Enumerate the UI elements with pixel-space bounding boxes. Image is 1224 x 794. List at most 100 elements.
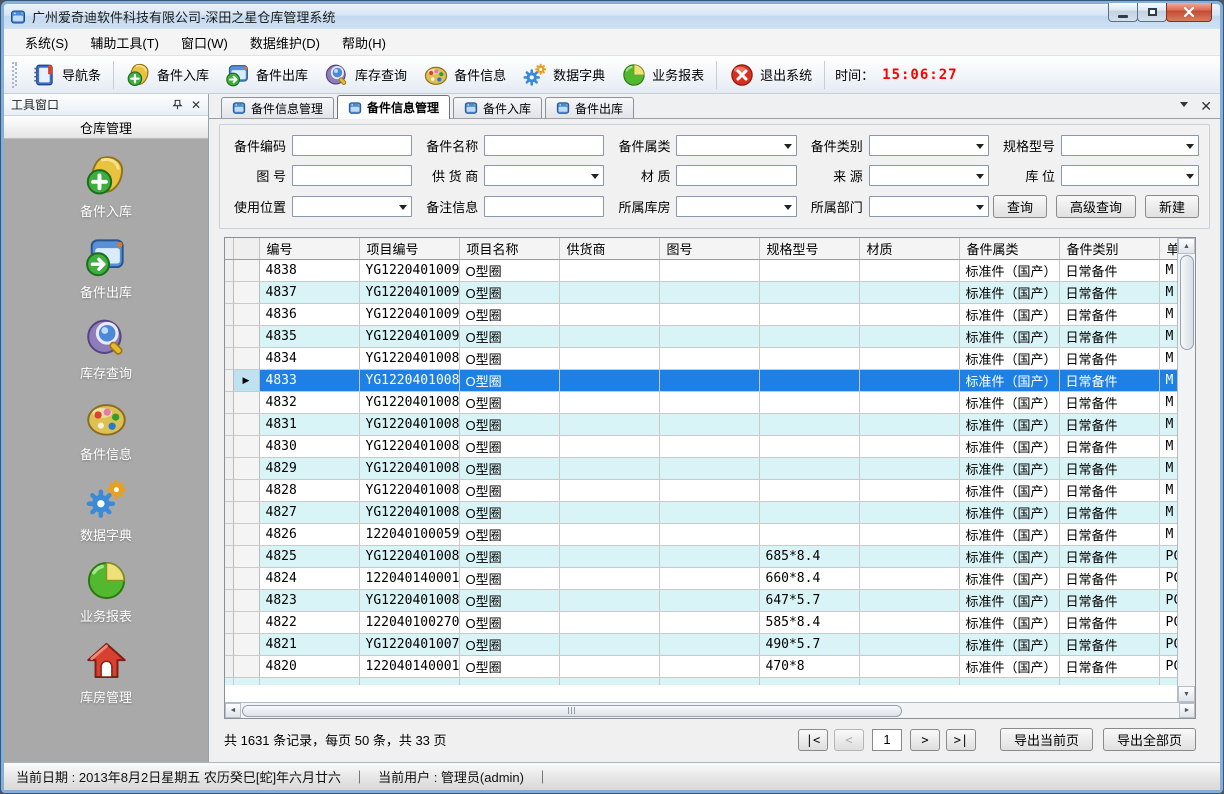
grid-cell[interactable]: 685*8.4 [759, 545, 859, 567]
grid-cell[interactable]: O型圈 [459, 457, 559, 479]
grid-cell[interactable]: O型圈 [459, 655, 559, 677]
search-button[interactable]: 查询 [993, 195, 1047, 218]
table-row[interactable]: 4829YG12204010084O型圈标准件（国产）日常备件M [225, 457, 1177, 479]
grid-cell[interactable]: 标准件（国产） [959, 567, 1059, 589]
grid-cell[interactable] [559, 325, 659, 347]
sidebar-item-business-report[interactable]: 业务报表 [36, 554, 176, 629]
grid-cell[interactable]: O型圈 [459, 611, 559, 633]
grid-cell[interactable]: 585*8.4 [759, 611, 859, 633]
grid-cell[interactable] [659, 479, 759, 501]
grid-cell[interactable]: 4822 [259, 611, 359, 633]
search-select[interactable] [676, 196, 796, 217]
grid-cell[interactable] [559, 501, 659, 523]
grid-cell[interactable]: 4829 [259, 457, 359, 479]
scroll-left-icon[interactable]: ◄ [225, 703, 241, 718]
grid-cell[interactable]: PC [1159, 567, 1177, 589]
grid-cell[interactable]: 4827 [259, 501, 359, 523]
scroll-up-icon[interactable]: ▲ [1178, 238, 1195, 254]
grid-column-header[interactable]: 编号 [259, 238, 359, 259]
grid-cell[interactable]: 日常备件 [1059, 655, 1159, 677]
sidebar-item-data-dictionary[interactable]: 数据字典 [36, 473, 176, 548]
title-bar[interactable]: 广州爱奇迪软件科技有限公司-深田之星仓库管理系统 [4, 4, 1220, 29]
table-row[interactable]: 4835YG12204010090O型圈标准件（国产）日常备件M [225, 325, 1177, 347]
grid-cell[interactable] [759, 259, 859, 281]
table-row[interactable]: 4827YG12204010082O型圈标准件（国产）日常备件M [225, 501, 1177, 523]
grid-cell[interactable]: PC [1159, 545, 1177, 567]
grid-cell[interactable]: 日常备件 [1059, 457, 1159, 479]
grid-cell[interactable]: YG12204010079 [359, 633, 459, 655]
grid-cell[interactable]: 660*8.4 [759, 567, 859, 589]
grid-cell[interactable]: M [1159, 347, 1177, 369]
grid-cell[interactable]: M [1159, 457, 1177, 479]
grid-cell[interactable]: 日常备件 [1059, 435, 1159, 457]
grid-cell[interactable] [759, 413, 859, 435]
table-row[interactable]: ▶4833YG12204010088O型圈标准件（国产）日常备件M [225, 369, 1177, 391]
grid-cell[interactable]: 标准件（国产） [959, 303, 1059, 325]
grid-cell[interactable]: 标准件（国产） [959, 281, 1059, 303]
grid-cell[interactable]: O型圈 [459, 589, 559, 611]
grid-cell[interactable]: 日常备件 [1059, 567, 1159, 589]
first-page-button[interactable]: |< [798, 729, 828, 751]
grid-cell[interactable] [659, 633, 759, 655]
grid-cell[interactable] [559, 567, 659, 589]
table-row[interactable]: 4832YG12204010087O型圈标准件（国产）日常备件M [225, 391, 1177, 413]
grid-cell[interactable] [859, 611, 959, 633]
grid-column-header[interactable]: 备件类别 [1059, 238, 1159, 259]
table-row[interactable]: 4831YG12204010086O型圈标准件（国产）日常备件M [225, 413, 1177, 435]
search-select[interactable] [484, 165, 604, 186]
grid-cell[interactable]: 日常备件 [1059, 611, 1159, 633]
grid-cell[interactable] [659, 391, 759, 413]
table-row[interactable]: 4837YG12204010092O型圈标准件（国产）日常备件M [225, 281, 1177, 303]
menu-item[interactable]: 系统(S) [14, 28, 79, 57]
grid-cell[interactable]: O型圈 [459, 303, 559, 325]
table-row[interactable]: 4830YG12204010085O型圈标准件（国产）日常备件M [225, 435, 1177, 457]
table-row[interactable]: 4828YG12204010083O型圈标准件（国产）日常备件M [225, 479, 1177, 501]
grid-cell[interactable]: M [1159, 303, 1177, 325]
grid-cell[interactable] [859, 589, 959, 611]
table-row[interactable]: 48221220401002700O型圈585*8.4标准件（国产）日常备件PC [225, 611, 1177, 633]
grid-cell[interactable] [659, 655, 759, 677]
table-row[interactable]: 4825YG12204010081O型圈685*8.4标准件（国产）日常备件PC [225, 545, 1177, 567]
grid-cell[interactable]: YG12204010088 [359, 369, 459, 391]
grid-cell[interactable]: M [1159, 501, 1177, 523]
tab-item-4[interactable]: 备件出库 [545, 97, 634, 118]
grid-cell[interactable]: 标准件（国产） [959, 457, 1059, 479]
grid-cell[interactable]: 4832 [259, 391, 359, 413]
grid-cell[interactable] [859, 633, 959, 655]
grid-cell[interactable] [759, 391, 859, 413]
vertical-scrollbar[interactable]: ▲ ▼ [1177, 238, 1195, 702]
toolbar-grip-handle[interactable] [12, 62, 17, 88]
grid-cell[interactable]: YG12204010091 [359, 303, 459, 325]
grid-cell[interactable]: 4823 [259, 589, 359, 611]
grid-column-header[interactable]: 材质 [859, 238, 959, 259]
tab-item-2[interactable]: 备件信息管理 [337, 95, 450, 119]
menu-item[interactable]: 帮助(H) [331, 28, 397, 57]
grid-column-header[interactable]: 备件属类 [959, 238, 1059, 259]
grid-cell[interactable]: 1220401000599 [359, 523, 459, 545]
grid-cell[interactable] [859, 545, 959, 567]
grid-column-header[interactable]: 单位 [1159, 238, 1177, 259]
grid-cell[interactable]: PC [1159, 655, 1177, 677]
grid-cell[interactable] [559, 369, 659, 391]
grid-cell[interactable]: M [1159, 259, 1177, 281]
search-select[interactable] [1061, 165, 1199, 186]
grid-cell[interactable]: 日常备件 [1059, 391, 1159, 413]
grid-cell[interactable]: 日常备件 [1059, 479, 1159, 501]
grid-cell[interactable] [659, 545, 759, 567]
grid-cell[interactable]: 1220401400013 [359, 655, 459, 677]
search-input[interactable] [292, 135, 412, 156]
grid-cell[interactable]: YG12204010090 [359, 325, 459, 347]
grid-cell[interactable]: 470*8 [759, 655, 859, 677]
sidebar-item-warehouse[interactable]: 库房管理 [36, 635, 176, 710]
search-select[interactable] [869, 135, 989, 156]
grid-cell[interactable] [559, 655, 659, 677]
sidebar-item-inventory-query[interactable]: 库存查询 [36, 311, 176, 386]
grid-cell[interactable]: 标准件（国产） [959, 501, 1059, 523]
grid-cell[interactable]: PC [1159, 611, 1177, 633]
sidebar-item-stock-in[interactable]: 备件入库 [36, 149, 176, 224]
grid-cell[interactable]: O型圈 [459, 501, 559, 523]
table-row[interactable]: 48261220401000599O型圈标准件（国产）日常备件M [225, 523, 1177, 545]
grid-cell[interactable] [859, 501, 959, 523]
sidebar-close-icon[interactable]: ✕ [191, 99, 201, 111]
grid-cell[interactable]: O型圈 [459, 567, 559, 589]
